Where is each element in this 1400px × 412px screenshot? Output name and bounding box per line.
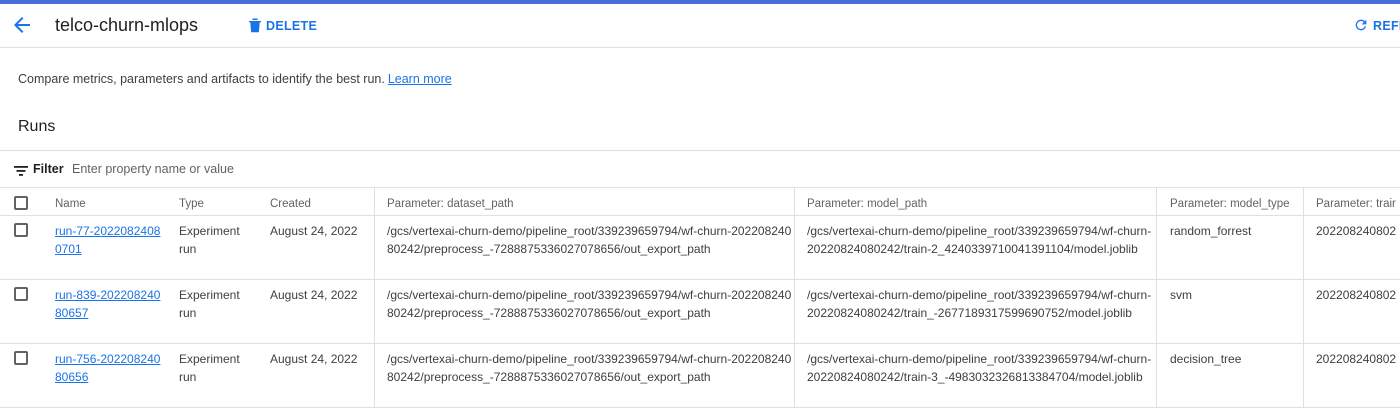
run-train: 202208240802 — [1303, 280, 1400, 343]
row-select-cell — [14, 280, 44, 343]
table-row: run-839-20220824080657 Experiment run Au… — [0, 280, 1400, 344]
table-header-row: Name Type Created Parameter: dataset_pat… — [0, 188, 1400, 216]
trash-icon — [248, 17, 262, 36]
table-row: run-756-20220824080656 Experiment run Au… — [0, 344, 1400, 408]
page-header: telco-churn-mlops DELETE REFR — [0, 4, 1400, 48]
run-name-cell: run-756-20220824080656 — [55, 344, 165, 407]
row-checkbox[interactable] — [14, 223, 28, 237]
select-all-checkbox[interactable] — [14, 196, 28, 210]
run-model-type: random_forrest — [1156, 216, 1303, 279]
refresh-icon — [1353, 17, 1369, 36]
run-dataset-path: /gcs/vertexai-churn-demo/pipeline_root/3… — [374, 280, 794, 343]
filter-icon[interactable] — [14, 164, 28, 176]
column-header-type[interactable]: Type — [179, 188, 259, 215]
column-header-model-type[interactable]: Parameter: model_type — [1156, 188, 1303, 215]
delete-button[interactable]: DELETE — [248, 17, 317, 35]
learn-more-link[interactable]: Learn more — [388, 72, 452, 86]
run-model-path: /gcs/vertexai-churn-demo/pipeline_root/3… — [794, 344, 1156, 407]
filter-bar: Filter — [0, 151, 1400, 188]
select-all-cell — [14, 188, 44, 215]
filter-label: Filter — [33, 162, 64, 176]
row-select-cell — [14, 216, 44, 279]
run-dataset-path: /gcs/vertexai-churn-demo/pipeline_root/3… — [374, 216, 794, 279]
run-model-type: decision_tree — [1156, 344, 1303, 407]
page-description: Compare metrics, parameters and artifact… — [18, 72, 452, 86]
run-model-path: /gcs/vertexai-churn-demo/pipeline_root/3… — [794, 280, 1156, 343]
description-text: Compare metrics, parameters and artifact… — [18, 72, 385, 86]
run-type: Experiment run — [179, 288, 240, 320]
run-created: August 24, 2022 — [270, 224, 358, 238]
run-name-link[interactable]: run-77-20220824080701 — [55, 224, 160, 256]
run-name-cell: run-839-20220824080657 — [55, 280, 165, 343]
refresh-label: REFR — [1373, 19, 1400, 33]
arrow-back-icon[interactable] — [10, 13, 34, 37]
run-train: 202208240802 — [1303, 216, 1400, 279]
table-row: run-77-20220824080701 Experiment run Aug… — [0, 216, 1400, 280]
run-type: Experiment run — [179, 352, 240, 384]
row-select-cell — [14, 344, 44, 407]
run-train: 202208240802 — [1303, 344, 1400, 407]
run-created: August 24, 2022 — [270, 352, 358, 366]
run-model-type: svm — [1156, 280, 1303, 343]
runs-table: Name Type Created Parameter: dataset_pat… — [0, 188, 1400, 408]
filter-input[interactable] — [72, 157, 472, 181]
column-header-created[interactable]: Created — [270, 188, 375, 215]
column-header-dataset-path[interactable]: Parameter: dataset_path — [374, 188, 794, 215]
run-dataset-path: /gcs/vertexai-churn-demo/pipeline_root/3… — [374, 344, 794, 407]
run-name-link[interactable]: run-839-20220824080657 — [55, 288, 160, 320]
row-checkbox[interactable] — [14, 287, 28, 301]
page-title: telco-churn-mlops — [55, 15, 199, 35]
run-name-link[interactable]: run-756-20220824080656 — [55, 352, 160, 384]
run-name-cell: run-77-20220824080701 — [55, 216, 165, 279]
row-checkbox[interactable] — [14, 351, 28, 365]
column-header-name[interactable]: Name — [55, 188, 165, 215]
delete-label: DELETE — [266, 19, 318, 33]
column-header-model-path[interactable]: Parameter: model_path — [794, 188, 1156, 215]
run-model-path: /gcs/vertexai-churn-demo/pipeline_root/3… — [794, 216, 1156, 279]
run-type: Experiment run — [179, 224, 240, 256]
runs-heading: Runs — [18, 118, 56, 135]
column-header-train[interactable]: Parameter: trair — [1303, 188, 1400, 215]
refresh-button[interactable]: REFR — [1353, 17, 1400, 35]
run-created: August 24, 2022 — [270, 288, 358, 302]
